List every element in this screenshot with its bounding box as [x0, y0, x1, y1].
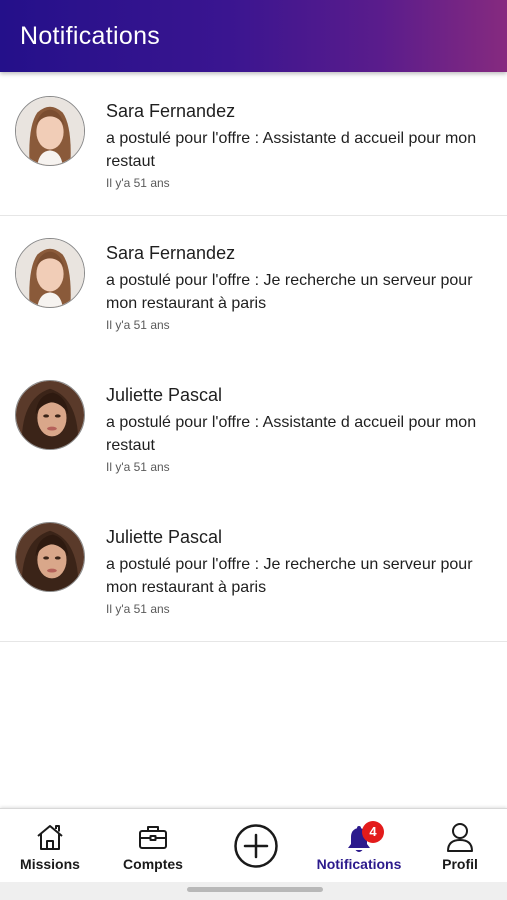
avatar-photo-icon [16, 381, 84, 449]
avatar [15, 522, 85, 592]
applicant-name: Sara Fernandez [106, 101, 236, 121]
tab-label: Profil [442, 856, 478, 872]
avatar [15, 380, 85, 450]
tab-label: Missions [20, 856, 80, 872]
notification-time: Il y'a 51 ans [106, 602, 170, 616]
notification-item[interactable]: Sara Fernandez a postulé pour l'offre : … [0, 216, 507, 358]
applicant-name: Juliette Pascal [106, 385, 223, 405]
avatar [15, 96, 85, 166]
plus-circle-icon [234, 824, 278, 868]
app-header: Notifications [0, 0, 507, 72]
notification-item[interactable]: Juliette Pascal a postulé pour l'offre :… [0, 358, 507, 500]
applicant-name: Juliette Pascal [106, 527, 223, 547]
avatar [15, 238, 85, 308]
tab-notifications[interactable]: 4 Notifications [310, 809, 408, 883]
person-icon [447, 823, 473, 852]
notification-time: Il y'a 51 ans [106, 176, 170, 190]
add-button[interactable] [214, 809, 298, 883]
notification-time: Il y'a 51 ans [106, 318, 170, 332]
tab-label: Comptes [123, 856, 183, 872]
tab-profil[interactable]: Profil [420, 809, 500, 883]
tab-label: Notifications [316, 856, 402, 872]
briefcase-icon [139, 826, 167, 849]
notification-message: a postulé pour l'offre : Je recherche un… [106, 272, 473, 312]
notification-count-badge: 4 [362, 821, 384, 843]
notification-message: a postulé pour l'offre : Assistante d ac… [106, 130, 477, 170]
notification-message: a postulé pour l'offre : Je recherche un… [106, 556, 473, 596]
notification-time: Il y'a 51 ans [106, 460, 170, 474]
home-icon [37, 825, 63, 850]
avatar-photo-icon [16, 239, 84, 307]
notification-list: Sara Fernandez a postulé pour l'offre : … [0, 74, 507, 642]
page-title: Notifications [20, 22, 161, 50]
tab-missions[interactable]: Missions [8, 809, 92, 883]
avatar-photo-icon [16, 523, 84, 591]
applicant-name: Sara Fernandez [106, 243, 236, 263]
notification-message: a postulé pour l'offre : Assistante d ac… [106, 414, 477, 454]
home-indicator[interactable] [187, 887, 323, 892]
tab-comptes[interactable]: Comptes [110, 809, 196, 883]
notification-item[interactable]: Juliette Pascal a postulé pour l'offre :… [0, 500, 507, 642]
avatar-photo-icon [16, 97, 84, 165]
bottom-tab-bar: Missions Comptes 4 Notifications Profil [0, 808, 507, 882]
notification-item[interactable]: Sara Fernandez a postulé pour l'offre : … [0, 74, 507, 216]
